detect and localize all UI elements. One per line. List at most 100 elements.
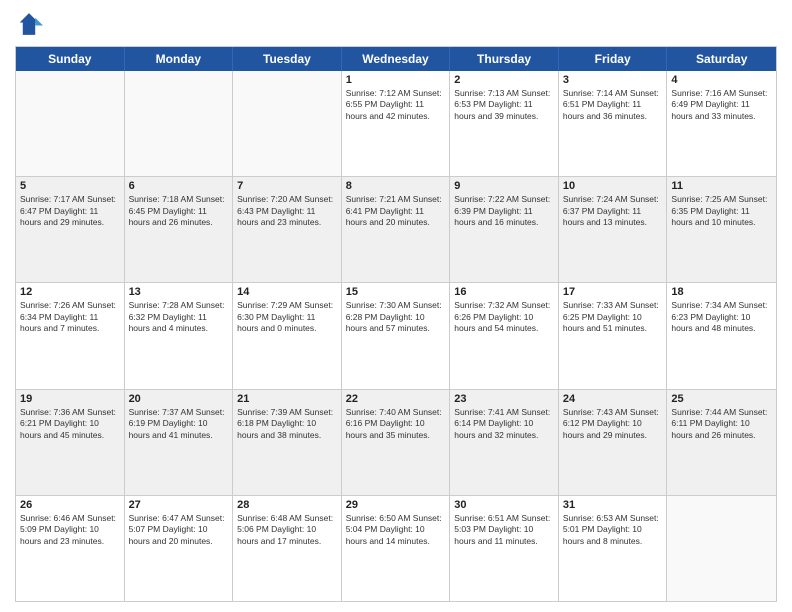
calendar-cell: 13 Sunrise: 7:28 AM Sunset: 6:32 PM Dayli… [125, 283, 234, 388]
day-info: Sunrise: 7:28 AM Sunset: 6:32 PM Dayligh… [129, 300, 229, 334]
day-info: Sunrise: 7:17 AM Sunset: 6:47 PM Dayligh… [20, 194, 120, 228]
day-info: Sunrise: 7:30 AM Sunset: 6:28 PM Dayligh… [346, 300, 446, 334]
day-info: Sunrise: 7:32 AM Sunset: 6:26 PM Dayligh… [454, 300, 554, 334]
day-number: 29 [346, 499, 446, 511]
calendar-cell: 27 Sunrise: 6:47 AM Sunset: 5:07 PM Dayli… [125, 496, 234, 601]
calendar-cell: 14 Sunrise: 7:29 AM Sunset: 6:30 PM Dayli… [233, 283, 342, 388]
calendar-cell: 20 Sunrise: 7:37 AM Sunset: 6:19 PM Dayli… [125, 390, 234, 495]
day-info: Sunrise: 7:14 AM Sunset: 6:51 PM Dayligh… [563, 88, 663, 122]
day-info: Sunrise: 7:39 AM Sunset: 6:18 PM Dayligh… [237, 407, 337, 441]
day-number: 22 [346, 393, 446, 405]
calendar-cell: 12 Sunrise: 7:26 AM Sunset: 6:34 PM Dayli… [16, 283, 125, 388]
day-info: Sunrise: 7:18 AM Sunset: 6:45 PM Dayligh… [129, 194, 229, 228]
day-info: Sunrise: 6:46 AM Sunset: 5:09 PM Dayligh… [20, 513, 120, 547]
day-number: 19 [20, 393, 120, 405]
calendar-cell: 7 Sunrise: 7:20 AM Sunset: 6:43 PM Daylig… [233, 177, 342, 282]
calendar-cell: 9Sunrise: 7:22 AM Sunset: 6:39 PM Daylig… [450, 177, 559, 282]
calendar-row: 26 Sunrise: 6:46 AM Sunset: 5:09 PM Dayli… [16, 495, 776, 601]
calendar-cell: 10 Sunrise: 7:24 AM Sunset: 6:37 PM Dayli… [559, 177, 668, 282]
header-cell-tuesday: Tuesday [233, 47, 342, 71]
day-number: 13 [129, 286, 229, 298]
day-number: 18 [671, 286, 772, 298]
calendar: SundayMondayTuesdayWednesdayThursdayFrid… [15, 46, 777, 602]
day-info: Sunrise: 7:29 AM Sunset: 6:30 PM Dayligh… [237, 300, 337, 334]
day-number: 23 [454, 393, 554, 405]
day-number: 28 [237, 499, 337, 511]
calendar-cell: 5Sunrise: 7:17 AM Sunset: 6:47 PM Daylig… [16, 177, 125, 282]
calendar-cell: 24 Sunrise: 7:43 AM Sunset: 6:12 PM Dayli… [559, 390, 668, 495]
day-info: Sunrise: 7:24 AM Sunset: 6:37 PM Dayligh… [563, 194, 663, 228]
calendar-cell: 23Sunrise: 7:41 AM Sunset: 6:14 PM Dayli… [450, 390, 559, 495]
day-info: Sunrise: 7:16 AM Sunset: 6:49 PM Dayligh… [671, 88, 772, 122]
calendar-cell: 4 Sunrise: 7:16 AM Sunset: 6:49 PM Daylig… [667, 71, 776, 176]
calendar-cell: 11 Sunrise: 7:25 AM Sunset: 6:35 PM Dayli… [667, 177, 776, 282]
calendar-cell: 19 Sunrise: 7:36 AM Sunset: 6:21 PM Dayli… [16, 390, 125, 495]
day-number: 15 [346, 286, 446, 298]
day-number: 12 [20, 286, 120, 298]
calendar-cell [233, 71, 342, 176]
day-number: 1 [346, 74, 446, 86]
calendar-cell: 22 Sunrise: 7:40 AM Sunset: 6:16 PM Dayli… [342, 390, 451, 495]
day-number: 30 [454, 499, 554, 511]
header [15, 10, 777, 38]
calendar-cell: 17 Sunrise: 7:33 AM Sunset: 6:25 PM Dayli… [559, 283, 668, 388]
day-number: 14 [237, 286, 337, 298]
header-cell-wednesday: Wednesday [342, 47, 451, 71]
calendar-cell [16, 71, 125, 176]
calendar-cell: 29 Sunrise: 6:50 AM Sunset: 5:04 PM Dayli… [342, 496, 451, 601]
day-info: Sunrise: 7:22 AM Sunset: 6:39 PM Dayligh… [454, 194, 554, 228]
header-cell-monday: Monday [125, 47, 234, 71]
calendar-row: 1Sunrise: 7:12 AM Sunset: 6:55 PM Daylig… [16, 71, 776, 176]
day-info: Sunrise: 7:40 AM Sunset: 6:16 PM Dayligh… [346, 407, 446, 441]
calendar-cell: 1Sunrise: 7:12 AM Sunset: 6:55 PM Daylig… [342, 71, 451, 176]
calendar-cell: 31Sunrise: 6:53 AM Sunset: 5:01 PM Dayli… [559, 496, 668, 601]
day-number: 24 [563, 393, 663, 405]
calendar-body: 1Sunrise: 7:12 AM Sunset: 6:55 PM Daylig… [16, 71, 776, 601]
header-cell-thursday: Thursday [450, 47, 559, 71]
logo [15, 10, 47, 38]
day-number: 10 [563, 180, 663, 192]
calendar-cell: 2 Sunrise: 7:13 AM Sunset: 6:53 PM Daylig… [450, 71, 559, 176]
calendar-cell: 18 Sunrise: 7:34 AM Sunset: 6:23 PM Dayli… [667, 283, 776, 388]
day-number: 6 [129, 180, 229, 192]
day-info: Sunrise: 7:43 AM Sunset: 6:12 PM Dayligh… [563, 407, 663, 441]
day-info: Sunrise: 7:34 AM Sunset: 6:23 PM Dayligh… [671, 300, 772, 334]
day-number: 17 [563, 286, 663, 298]
logo-icon [15, 10, 43, 38]
day-number: 25 [671, 393, 772, 405]
calendar-cell: 3 Sunrise: 7:14 AM Sunset: 6:51 PM Daylig… [559, 71, 668, 176]
calendar-cell: 15 Sunrise: 7:30 AM Sunset: 6:28 PM Dayli… [342, 283, 451, 388]
header-cell-sunday: Sunday [16, 47, 125, 71]
day-number: 27 [129, 499, 229, 511]
day-info: Sunrise: 6:50 AM Sunset: 5:04 PM Dayligh… [346, 513, 446, 547]
day-info: Sunrise: 7:25 AM Sunset: 6:35 PM Dayligh… [671, 194, 772, 228]
day-info: Sunrise: 7:37 AM Sunset: 6:19 PM Dayligh… [129, 407, 229, 441]
calendar-header: SundayMondayTuesdayWednesdayThursdayFrid… [16, 47, 776, 71]
day-info: Sunrise: 7:44 AM Sunset: 6:11 PM Dayligh… [671, 407, 772, 441]
day-info: Sunrise: 7:26 AM Sunset: 6:34 PM Dayligh… [20, 300, 120, 334]
day-number: 26 [20, 499, 120, 511]
day-number: 16 [454, 286, 554, 298]
calendar-cell: 8Sunrise: 7:21 AM Sunset: 6:41 PM Daylig… [342, 177, 451, 282]
calendar-row: 19 Sunrise: 7:36 AM Sunset: 6:21 PM Dayli… [16, 389, 776, 495]
day-number: 4 [671, 74, 772, 86]
day-info: Sunrise: 7:33 AM Sunset: 6:25 PM Dayligh… [563, 300, 663, 334]
day-info: Sunrise: 7:13 AM Sunset: 6:53 PM Dayligh… [454, 88, 554, 122]
day-number: 3 [563, 74, 663, 86]
header-cell-saturday: Saturday [667, 47, 776, 71]
day-number: 2 [454, 74, 554, 86]
day-info: Sunrise: 6:47 AM Sunset: 5:07 PM Dayligh… [129, 513, 229, 547]
calendar-cell: 30 Sunrise: 6:51 AM Sunset: 5:03 PM Dayli… [450, 496, 559, 601]
day-number: 11 [671, 180, 772, 192]
calendar-cell: 28Sunrise: 6:48 AM Sunset: 5:06 PM Dayli… [233, 496, 342, 601]
day-info: Sunrise: 6:51 AM Sunset: 5:03 PM Dayligh… [454, 513, 554, 547]
day-number: 20 [129, 393, 229, 405]
day-info: Sunrise: 6:53 AM Sunset: 5:01 PM Dayligh… [563, 513, 663, 547]
day-info: Sunrise: 7:21 AM Sunset: 6:41 PM Dayligh… [346, 194, 446, 228]
day-info: Sunrise: 7:36 AM Sunset: 6:21 PM Dayligh… [20, 407, 120, 441]
day-info: Sunrise: 7:20 AM Sunset: 6:43 PM Dayligh… [237, 194, 337, 228]
calendar-cell: 25 Sunrise: 7:44 AM Sunset: 6:11 PM Dayli… [667, 390, 776, 495]
calendar-row: 5Sunrise: 7:17 AM Sunset: 6:47 PM Daylig… [16, 176, 776, 282]
day-number: 21 [237, 393, 337, 405]
day-number: 7 [237, 180, 337, 192]
